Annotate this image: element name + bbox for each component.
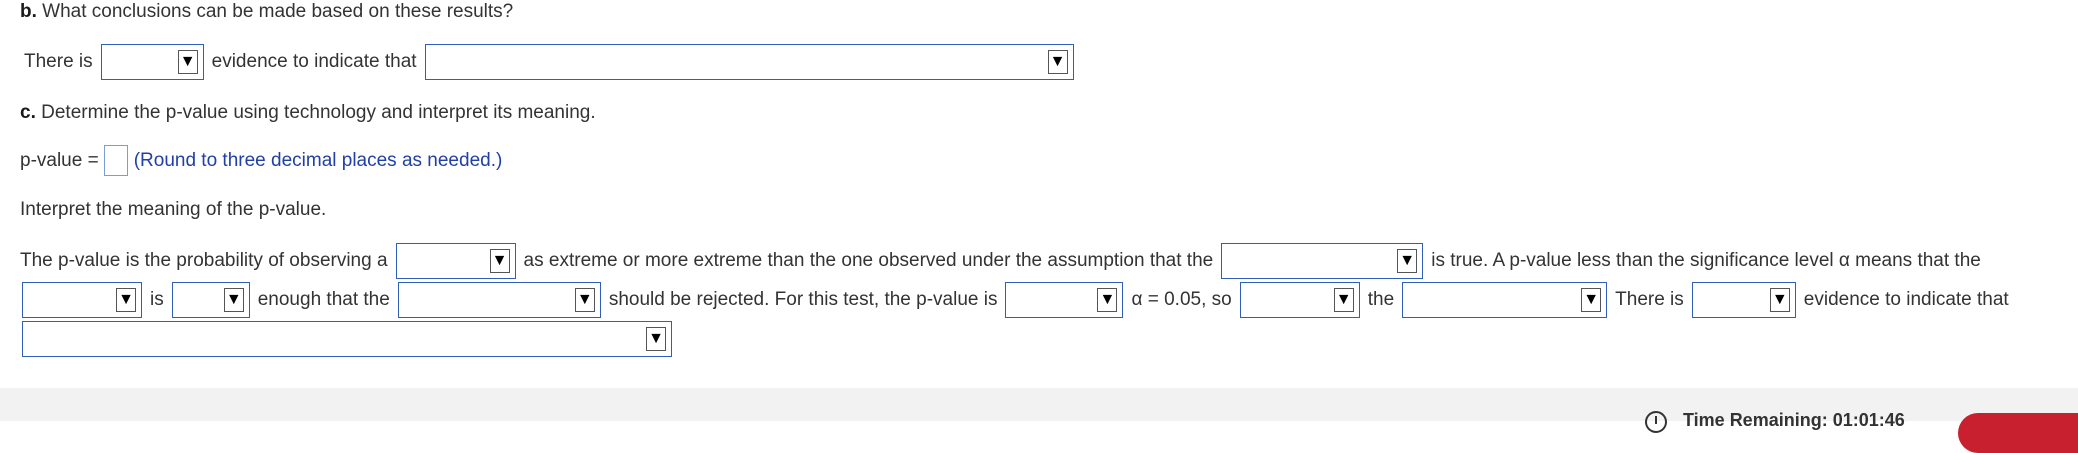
statistic-dropdown[interactable]: ▼: [395, 243, 516, 279]
evidence-amount-dropdown[interactable]: ▼: [1691, 282, 1796, 318]
interpret-prompt-text: Interpret the meaning of the p-value.: [20, 199, 327, 220]
interpret-s7: α = 0.05, so: [1131, 289, 1232, 310]
interpret-s10: evidence to indicate that: [1803, 289, 2009, 310]
pvalue-label: p-value =: [20, 149, 99, 171]
dropdown-arrow-icon: ▼: [1333, 288, 1354, 312]
part-b-prefix: There is: [24, 51, 93, 72]
next-button[interactable]: [1958, 413, 2078, 453]
hypothesis-dropdown[interactable]: ▼: [1221, 243, 1424, 279]
interpret-s3: is true. A p-value less than the signifi…: [1431, 250, 1981, 271]
interpret-line-3: ▼: [22, 321, 672, 357]
dropdown-arrow-icon: ▼: [1769, 288, 1790, 312]
dropdown-arrow-icon: ▼: [646, 327, 666, 351]
interpret-s4: is: [150, 289, 164, 310]
part-b-answer-row: There is ▼ evidence to indicate that ▼: [24, 44, 1074, 80]
interpret-s8: the: [1367, 289, 1395, 310]
pvalue-row: p-value = (Round to three decimal places…: [20, 145, 502, 176]
interpret-s5: enough that the: [257, 289, 390, 310]
null-hypothesis-dropdown[interactable]: ▼: [1402, 282, 1608, 318]
rejected-hypothesis-dropdown[interactable]: ▼: [397, 282, 601, 318]
dropdown-arrow-icon: ▼: [1047, 50, 1068, 74]
interpret-s1: The p-value is the probability of observ…: [20, 250, 388, 271]
interpret-line-1: The p-value is the probability of observ…: [20, 243, 1981, 279]
dropdown-arrow-icon: ▼: [1097, 288, 1118, 312]
interpret-s6: should be rejected. For this test, the p…: [608, 289, 998, 310]
final-conclusion-dropdown[interactable]: ▼: [22, 321, 672, 357]
interpret-line-2: ▼ is ▼ enough that the ▼ should be rejec…: [22, 282, 2009, 318]
subject-dropdown[interactable]: ▼: [22, 282, 142, 318]
part-b-question: b. What conclusions can be made based on…: [20, 0, 513, 24]
comparison-dropdown[interactable]: ▼: [1005, 282, 1124, 318]
part-b-middle: evidence to indicate that: [211, 51, 417, 72]
interpret-s2: as extreme or more extreme than the one …: [523, 250, 1214, 271]
interpret-prompt: Interpret the meaning of the p-value.: [20, 198, 326, 222]
magnitude-dropdown[interactable]: ▼: [171, 282, 250, 318]
dropdown-arrow-icon: ▼: [574, 288, 595, 312]
dropdown-arrow-icon: ▼: [1581, 288, 1602, 312]
pvalue-input[interactable]: [103, 145, 128, 176]
clock-icon: [1645, 411, 1667, 433]
part-c-letter: c.: [20, 102, 36, 123]
part-c-question: c. Determine the p-value using technolog…: [20, 101, 596, 125]
part-b-letter: b.: [20, 1, 37, 22]
part-b-question-text: What conclusions can be made based on th…: [42, 1, 514, 22]
dropdown-arrow-icon: ▼: [177, 50, 198, 74]
interpret-s9: There is: [1615, 289, 1684, 310]
part-c-question-text: Determine the p-value using technology a…: [41, 102, 596, 123]
dropdown-arrow-icon: ▼: [1397, 249, 1418, 273]
decision-dropdown[interactable]: ▼: [1239, 282, 1360, 318]
dropdown-arrow-icon: ▼: [116, 288, 136, 312]
evidence-level-dropdown[interactable]: ▼: [100, 44, 204, 80]
dropdown-arrow-icon: ▼: [489, 249, 510, 273]
dropdown-arrow-icon: ▼: [223, 288, 244, 312]
pvalue-hint: (Round to three decimal places as needed…: [133, 149, 503, 171]
conclusion-dropdown[interactable]: ▼: [424, 44, 1074, 80]
